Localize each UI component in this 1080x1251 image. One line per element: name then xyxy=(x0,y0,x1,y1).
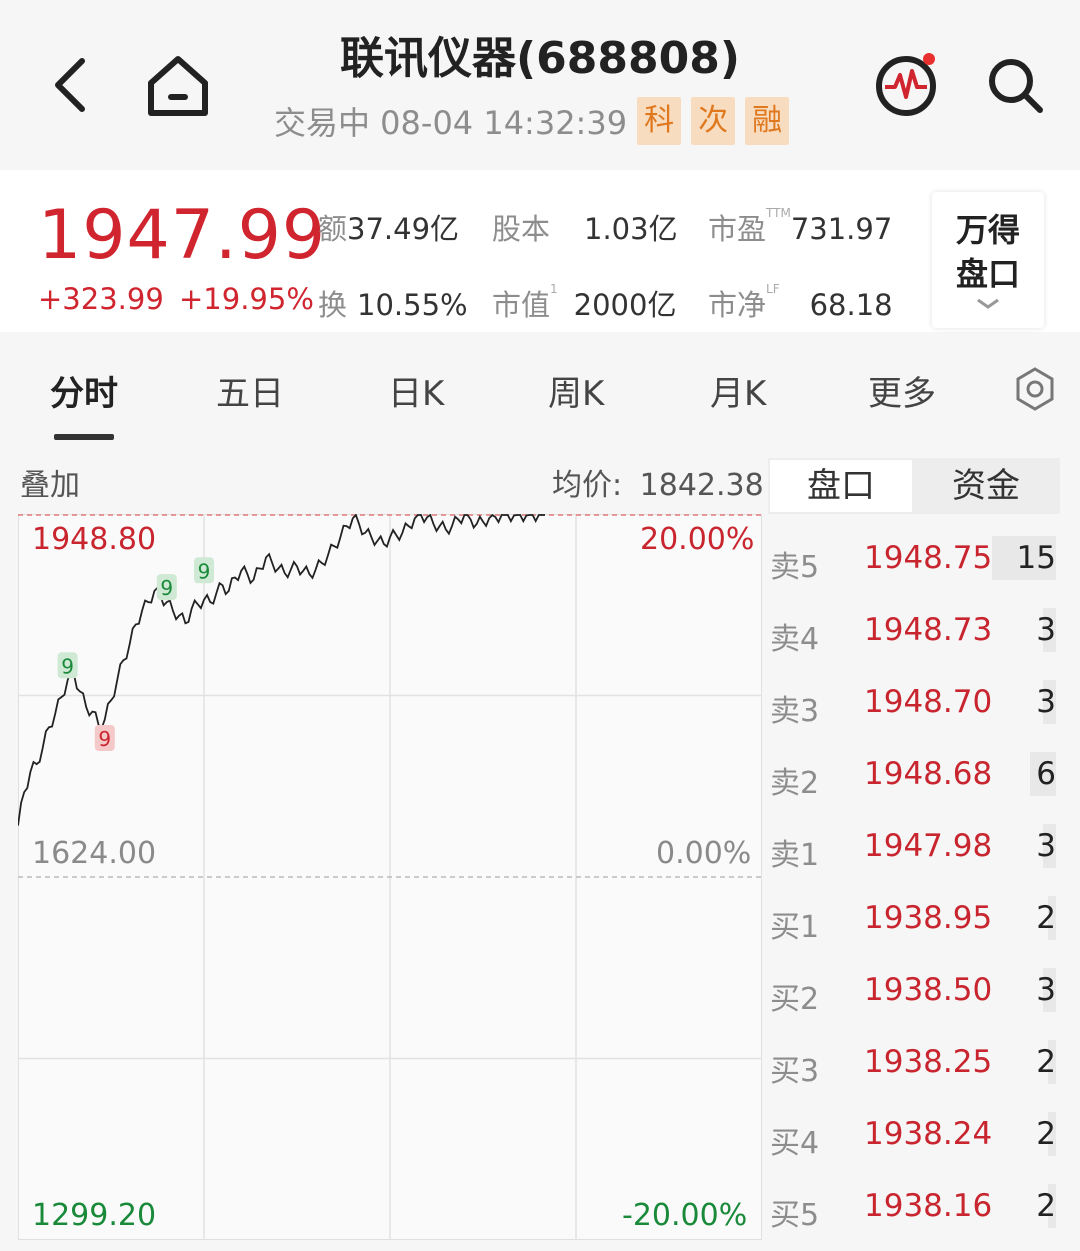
stat-pb: 市净LF 68.18 xyxy=(708,282,893,322)
orderbook-level-label: 买2 xyxy=(770,982,820,1017)
back-button[interactable] xyxy=(40,50,100,120)
tab-daily-k[interactable]: 日K xyxy=(388,366,444,415)
orderbook-volume: 15 xyxy=(1016,540,1056,576)
orderbook-price: 1938.24 xyxy=(864,1116,993,1152)
status-row: 交易中 08-04 14:32:39 科 次 融 xyxy=(274,97,799,145)
stat-market-cap: 市值1 2000亿 xyxy=(492,282,677,322)
tab-intraday[interactable]: 分时 xyxy=(50,366,118,415)
gear-icon xyxy=(1016,367,1054,411)
tag-new-listing[interactable]: 次 xyxy=(691,97,736,145)
chart-settings-button[interactable] xyxy=(1012,366,1058,412)
marker-label: 9 xyxy=(160,576,173,600)
stat-amount: 额37.49亿 xyxy=(318,212,460,246)
y-pct-min: -20.00% xyxy=(622,1198,748,1233)
pulse-icon xyxy=(876,53,936,116)
orderbook-level-label: 卖2 xyxy=(770,766,820,801)
orderbook-volume: 3 xyxy=(1036,972,1056,1008)
buy-signal-marker[interactable]: 9 xyxy=(57,652,78,679)
orderbook-row[interactable]: 卖3 1948.70 3 xyxy=(768,680,1060,730)
tab-monthly-k[interactable]: 月K xyxy=(710,366,766,415)
page-title: 联讯仪器(688808) xyxy=(340,33,740,84)
orderbook-volume: 2 xyxy=(1036,900,1056,936)
home-icon xyxy=(148,56,208,116)
chevron-down-icon xyxy=(977,298,999,309)
orderbook-row[interactable]: 买4 1938.24 2 xyxy=(768,1112,1060,1162)
y-label-min: 1299.20 xyxy=(32,1198,157,1233)
y-pct-mid: 0.00% xyxy=(656,836,752,871)
orderbook-volume: 3 xyxy=(1036,612,1056,648)
active-tab-indicator xyxy=(54,434,114,440)
orderbook-row[interactable]: 卖1 1947.98 3 xyxy=(768,824,1060,874)
tag-star-market[interactable]: 科 xyxy=(637,97,682,145)
buy-signal-marker[interactable]: 9 xyxy=(156,574,177,601)
y-pct-max: 20.00% xyxy=(640,522,755,557)
change-percent: +19.95% xyxy=(179,282,314,316)
orderbook-level-label: 买1 xyxy=(770,910,820,945)
y-label-mid: 1624.00 xyxy=(32,836,157,871)
orderbook-level-label: 买5 xyxy=(770,1198,820,1233)
buy-signal-marker[interactable]: 9 xyxy=(194,557,214,584)
orderbook-price: 1948.68 xyxy=(864,756,993,792)
tab-five-day[interactable]: 五日 xyxy=(216,366,284,415)
trade-status: 交易中 08-04 14:32:39 xyxy=(274,104,628,142)
tab-orderbook[interactable]: 盘口 xyxy=(770,460,912,512)
change-amount: +323.99 xyxy=(38,282,164,316)
orderbook-row[interactable]: 买5 1938.16 2 xyxy=(768,1184,1060,1234)
intraday-chart[interactable]: 9 9 9 9 xyxy=(18,514,762,1240)
average-price: 均价: 1842.38 xyxy=(552,468,764,503)
search-button[interactable] xyxy=(980,50,1050,120)
orderbook-volume: 2 xyxy=(1036,1188,1056,1224)
orderbook-price: 1938.25 xyxy=(864,1044,993,1080)
orderbook-level-label: 买4 xyxy=(770,1126,820,1161)
marker-label: 9 xyxy=(98,727,111,751)
orderbook-price: 1948.75 xyxy=(864,540,993,576)
orderbook-volume: 2 xyxy=(1036,1116,1056,1152)
wind-orderbook-button[interactable]: 万得 盘口 xyxy=(932,192,1044,328)
orderbook-level-label: 卖1 xyxy=(770,838,820,873)
stat-pe: 市盈TTM731.97 xyxy=(708,206,893,246)
y-label-max: 1948.80 xyxy=(32,522,157,557)
orderbook-row[interactable]: 卖4 1948.73 3 xyxy=(768,608,1060,658)
orderbook-row[interactable]: 买1 1938.95 2 xyxy=(768,896,1060,946)
orderbook-volume: 2 xyxy=(1036,1044,1056,1080)
search-icon xyxy=(989,59,1043,113)
market-pulse-button[interactable] xyxy=(872,48,944,120)
tag-margin[interactable]: 融 xyxy=(745,97,790,145)
orderbook-price: 1938.50 xyxy=(864,972,993,1008)
orderbook-price: 1947.98 xyxy=(864,828,993,864)
last-price: 1947.99 xyxy=(38,196,327,275)
orderbook-volume: 3 xyxy=(1036,828,1056,864)
tab-more[interactable]: 更多 xyxy=(868,366,936,415)
price-change: +323.99 +19.95% xyxy=(38,282,314,316)
sell-signal-marker[interactable]: 9 xyxy=(94,725,115,752)
orderbook-level-label: 卖4 xyxy=(770,622,820,657)
orderbook-level-label: 卖5 xyxy=(770,550,820,585)
orderbook-price: 1948.73 xyxy=(864,612,993,648)
chevron-left-icon xyxy=(55,58,85,112)
marker-label: 9 xyxy=(61,654,74,678)
stat-turnover: 换 10.55% xyxy=(318,288,468,322)
orderbook-volume: 6 xyxy=(1036,756,1056,792)
overlay-button[interactable]: 叠加 xyxy=(20,460,80,504)
orderbook-price: 1938.16 xyxy=(864,1188,993,1224)
orderbook-price: 1938.95 xyxy=(864,900,993,936)
orderbook-level-label: 买3 xyxy=(770,1054,820,1089)
stat-share-capital: 股本 1.03亿 xyxy=(492,212,678,246)
home-button[interactable] xyxy=(140,48,216,124)
orderbook-row[interactable]: 卖2 1948.68 6 xyxy=(768,752,1060,802)
tab-capital-flow[interactable]: 资金 xyxy=(914,458,1058,514)
orderbook-level-label: 卖3 xyxy=(770,694,820,729)
orderbook-price: 1948.70 xyxy=(864,684,993,720)
orderbook-row[interactable]: 买3 1938.25 2 xyxy=(768,1040,1060,1090)
orderbook-volume: 3 xyxy=(1036,684,1056,720)
orderbook-row[interactable]: 卖5 1948.75 15 xyxy=(768,536,1060,586)
marker-label: 9 xyxy=(198,559,211,583)
orderbook-row[interactable]: 买2 1938.50 3 xyxy=(768,968,1060,1018)
tab-weekly-k[interactable]: 周K xyxy=(548,366,604,415)
